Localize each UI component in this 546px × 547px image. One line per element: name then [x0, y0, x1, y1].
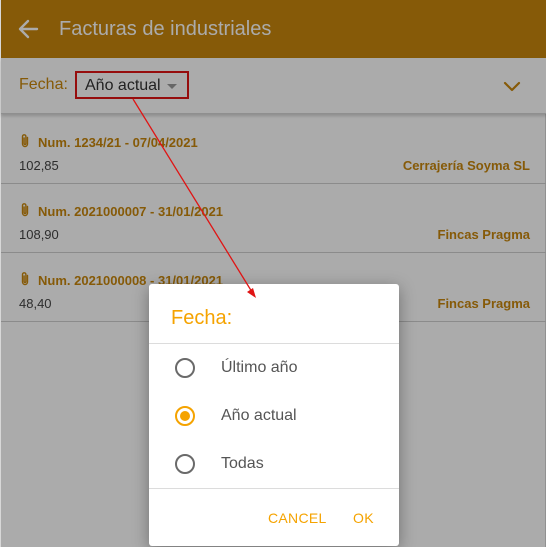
radio-unchecked-icon: [175, 454, 195, 474]
radio-unchecked-icon: [175, 358, 195, 378]
radio-option-ultimo-ano[interactable]: Último año: [149, 344, 399, 392]
radio-option-label: Todas: [221, 455, 264, 472]
divider: [149, 488, 399, 489]
cancel-button[interactable]: CANCEL: [268, 510, 327, 526]
radio-option-label: Año actual: [221, 407, 297, 424]
date-filter-dialog: Fecha: Último año Año actual Todas CANCE…: [149, 284, 399, 546]
dialog-title: Fecha:: [171, 307, 233, 329]
radio-option-todas[interactable]: Todas: [149, 440, 399, 488]
radio-option-ano-actual[interactable]: Año actual: [149, 392, 399, 440]
app-screen: Facturas de industriales Fecha: Año actu…: [0, 0, 546, 547]
ok-button[interactable]: OK: [353, 510, 374, 526]
radio-checked-icon: [175, 406, 195, 426]
radio-option-label: Último año: [221, 359, 298, 376]
